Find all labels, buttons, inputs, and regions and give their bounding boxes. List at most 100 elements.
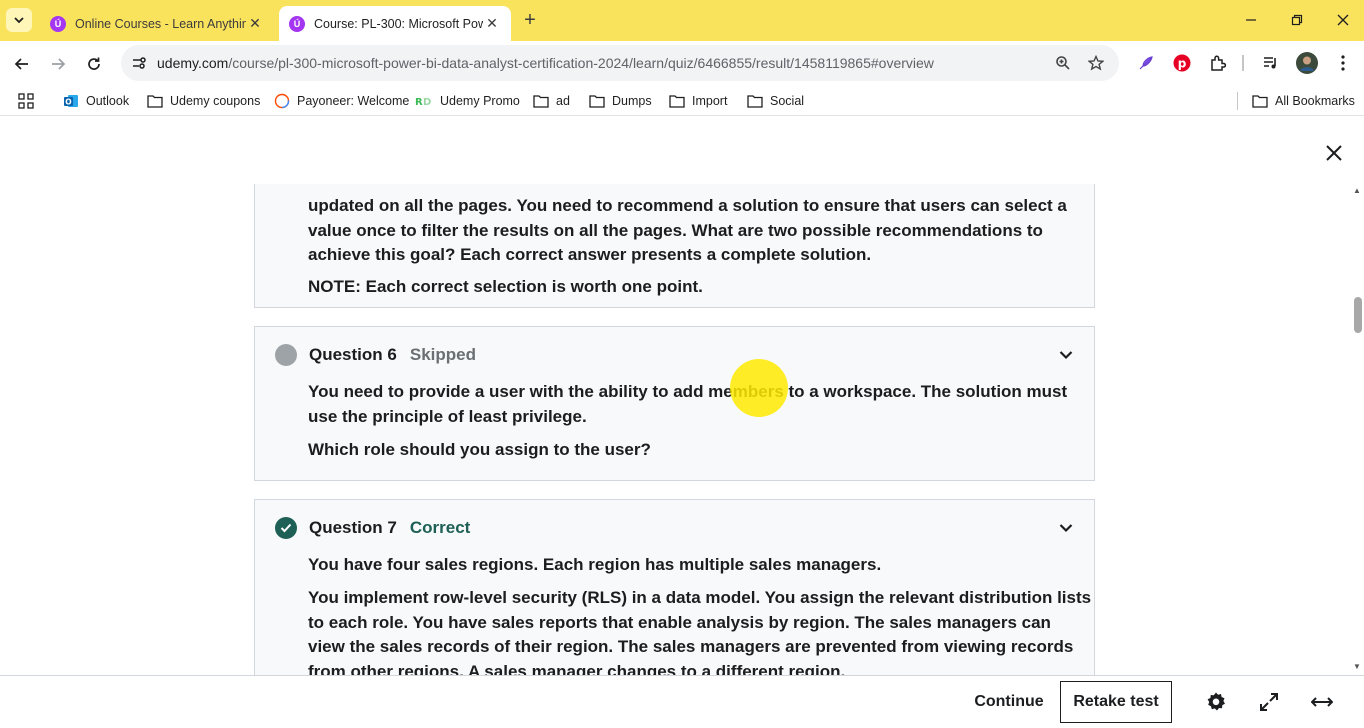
udemy-favicon-icon: Ú bbox=[289, 15, 305, 32]
question-card-6[interactable]: Question 6 Skipped You need to provide a… bbox=[254, 326, 1095, 481]
question-header: Question 7 Correct bbox=[275, 516, 470, 540]
url-path: /course/pl-300-microsoft-power-bi-data-a… bbox=[228, 55, 934, 71]
chevron-down-icon bbox=[14, 17, 24, 24]
browser-menu-button[interactable] bbox=[1331, 51, 1355, 75]
all-bookmarks-label: All Bookmarks bbox=[1275, 94, 1355, 108]
pinterest-extension-icon[interactable]: p bbox=[1170, 51, 1194, 75]
expanded-view-button[interactable] bbox=[1309, 689, 1335, 715]
tab-title: Online Courses - Learn Anything bbox=[75, 16, 246, 31]
bookmark-label: Udemy Promo bbox=[440, 94, 520, 108]
questions-scroll-area[interactable]: updated on all the pages. You need to re… bbox=[0, 184, 1350, 675]
rd-icon: RD bbox=[415, 95, 433, 107]
skipped-status-icon bbox=[275, 344, 297, 366]
question-number: Question 7 bbox=[309, 518, 397, 537]
bookmark-star-icon[interactable] bbox=[1086, 53, 1106, 73]
bookmarks-bar: O Outlook Udemy coupons Payoneer: Welcom… bbox=[0, 86, 1364, 116]
bookmark-outlook[interactable]: O Outlook bbox=[63, 91, 129, 111]
question-scenario: You implement row-level security (RLS) i… bbox=[308, 588, 1092, 675]
quiz-footer: Continue Retake test bbox=[0, 675, 1364, 728]
apps-button[interactable] bbox=[18, 91, 34, 111]
question-text: You need to provide a user with the abil… bbox=[308, 382, 1068, 426]
tab-close-icon[interactable]: ✕ bbox=[483, 15, 501, 32]
page-scrollbar[interactable]: ▲ ▼ bbox=[1350, 184, 1364, 675]
site-info-icon[interactable] bbox=[129, 53, 149, 73]
bookmark-label: Social bbox=[770, 94, 805, 108]
bookmark-social[interactable]: Social bbox=[747, 91, 804, 111]
url-host: udemy.com bbox=[157, 55, 229, 71]
tab-close-icon[interactable]: ✕ bbox=[246, 15, 264, 32]
restore-icon bbox=[1291, 14, 1303, 26]
close-quiz-button[interactable] bbox=[1321, 140, 1347, 166]
bookmarks-divider bbox=[1237, 92, 1238, 110]
payoneer-icon bbox=[274, 93, 290, 109]
new-tab-button[interactable]: + bbox=[519, 9, 541, 31]
url-text: udemy.com/course/pl-300-microsoft-power-… bbox=[157, 55, 934, 71]
scrollbar-thumb[interactable] bbox=[1354, 297, 1362, 333]
tab-course-pl300[interactable]: Ú Course: PL-300: Microsoft Power BI ✕ bbox=[279, 6, 511, 41]
svg-text:D: D bbox=[423, 97, 431, 107]
bookmark-ad[interactable]: ad bbox=[533, 91, 570, 111]
reload-icon bbox=[88, 57, 100, 70]
bookmark-udemy-coupons[interactable]: Udemy coupons bbox=[147, 91, 260, 111]
bookmark-dumps[interactable]: Dumps bbox=[589, 91, 652, 111]
scroll-up-icon[interactable]: ▲ bbox=[1352, 186, 1362, 196]
expand-button[interactable] bbox=[1056, 518, 1076, 538]
chevron-down-icon bbox=[1059, 524, 1073, 533]
svg-text:R: R bbox=[415, 97, 423, 107]
minimize-button[interactable] bbox=[1236, 8, 1266, 32]
profile-avatar[interactable] bbox=[1295, 51, 1319, 75]
close-icon bbox=[1337, 14, 1349, 26]
all-bookmarks[interactable]: All Bookmarks bbox=[1252, 91, 1355, 111]
fullscreen-button[interactable] bbox=[1256, 689, 1282, 715]
expand-icon bbox=[1260, 693, 1278, 711]
question-header: Question 6 Skipped bbox=[275, 343, 476, 367]
bookmark-label: Import bbox=[692, 94, 728, 108]
continue-button[interactable]: Continue bbox=[966, 684, 1052, 720]
feather-extension-icon[interactable] bbox=[1134, 51, 1158, 75]
address-bar[interactable]: udemy.com/course/pl-300-microsoft-power-… bbox=[121, 45, 1119, 81]
arrow-left-icon bbox=[14, 58, 28, 70]
question-text: updated on all the pages. You need to re… bbox=[308, 196, 1067, 264]
arrows-horizontal-icon bbox=[1311, 697, 1333, 707]
question-status: Correct bbox=[409, 518, 471, 537]
back-button[interactable] bbox=[8, 50, 36, 78]
forward-button[interactable] bbox=[44, 50, 72, 78]
bookmark-udemy-promo[interactable]: RD Udemy Promo bbox=[415, 91, 520, 111]
svg-text:O: O bbox=[65, 98, 71, 107]
bookmark-payoneer[interactable]: Payoneer: Welcome bbox=[274, 91, 409, 111]
bookmark-label: ad bbox=[556, 94, 570, 108]
expand-button[interactable] bbox=[1056, 345, 1076, 365]
question-number: Question 6 bbox=[309, 345, 397, 364]
folder-icon bbox=[1252, 94, 1268, 108]
scroll-down-icon[interactable]: ▼ bbox=[1352, 662, 1362, 672]
question-card-5[interactable]: updated on all the pages. You need to re… bbox=[254, 184, 1095, 308]
extensions-puzzle-icon[interactable] bbox=[1206, 51, 1230, 75]
chevron-down-icon bbox=[1059, 351, 1073, 360]
check-circle-icon bbox=[275, 517, 297, 539]
bookmark-label: Outlook bbox=[86, 94, 130, 108]
tab-online-courses[interactable]: Ú Online Courses - Learn Anything ✕ bbox=[40, 6, 274, 41]
udemy-favicon-icon: Ú bbox=[50, 15, 66, 32]
svg-text:p: p bbox=[1178, 57, 1187, 71]
question-text: You have four sales regions. Each region… bbox=[308, 555, 882, 574]
question-note: NOTE: Each correct selection is worth on… bbox=[308, 277, 703, 296]
zoom-icon[interactable] bbox=[1053, 53, 1073, 73]
media-control-icon[interactable] bbox=[1259, 51, 1283, 75]
restore-button[interactable] bbox=[1282, 8, 1312, 32]
bookmark-label: Payoneer: Welcome bbox=[297, 94, 410, 108]
question-prompt: Which role should you assign to the user… bbox=[308, 440, 651, 459]
bookmark-label: Udemy coupons bbox=[170, 94, 261, 108]
folder-icon bbox=[669, 94, 685, 108]
question-card-7[interactable]: Question 7 Correct You have four sales r… bbox=[254, 499, 1095, 675]
folder-icon bbox=[589, 94, 605, 108]
settings-button[interactable] bbox=[1203, 689, 1229, 715]
gear-icon bbox=[1207, 692, 1225, 711]
retake-test-button[interactable]: Retake test bbox=[1060, 681, 1172, 723]
close-window-button[interactable] bbox=[1328, 8, 1358, 32]
outlook-icon: O bbox=[63, 93, 79, 109]
folder-icon bbox=[147, 94, 163, 108]
bookmark-import[interactable]: Import bbox=[669, 91, 727, 111]
apps-grid-icon bbox=[18, 93, 34, 109]
tab-search-button[interactable] bbox=[6, 8, 32, 32]
reload-button[interactable] bbox=[80, 50, 108, 78]
